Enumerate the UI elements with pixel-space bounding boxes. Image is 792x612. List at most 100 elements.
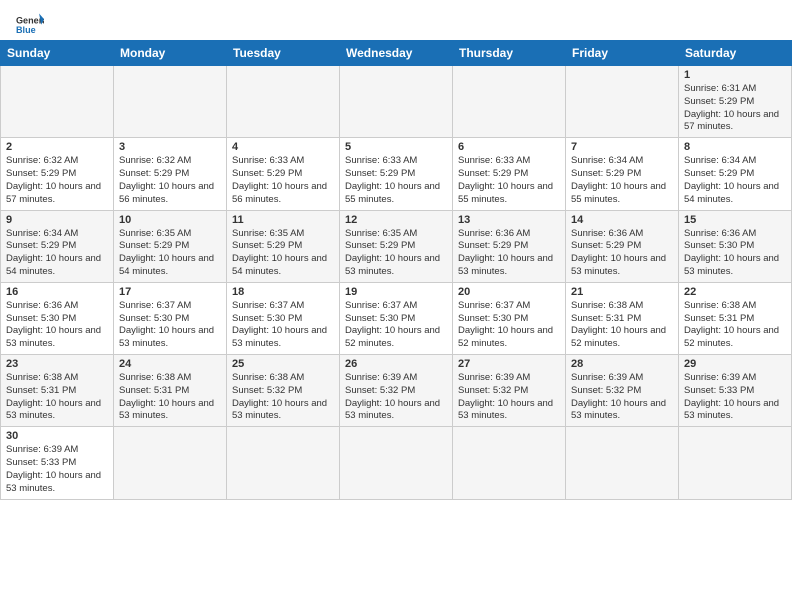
day-info: Sunrise: 6:37 AM Sunset: 5:30 PM Dayligh…: [345, 300, 447, 351]
calendar-day-cell: [227, 66, 340, 138]
calendar-day-cell: [1, 66, 114, 138]
calendar-day-cell: 22Sunrise: 6:38 AM Sunset: 5:31 PM Dayli…: [679, 282, 792, 354]
calendar-day-cell: [340, 66, 453, 138]
day-number: 27: [458, 358, 560, 370]
calendar-day-cell: 1 Sunrise: 6:31 AM Sunset: 5:29 PM Daylig…: [679, 66, 792, 138]
day-info: Sunrise: 6:36 AM Sunset: 5:30 PM Dayligh…: [6, 300, 108, 351]
day-number: 23: [6, 358, 108, 370]
calendar-table: SundayMondayTuesdayWednesdayThursdayFrid…: [0, 40, 792, 500]
day-number: 30: [6, 430, 108, 442]
calendar-day-cell: 12 Sunrise: 6:35 AM Sunset: 5:29 PM Dayli…: [340, 210, 453, 282]
logo: General Blue: [16, 12, 44, 36]
day-info: Sunrise: 6:39 AM Sunset: 5:33 PM Dayligh…: [684, 372, 786, 423]
day-number: 10: [119, 214, 221, 226]
day-number: 17: [119, 286, 221, 298]
day-number: 12: [345, 214, 447, 226]
day-info: Sunrise: 6:38 AM Sunset: 5:31 PM Dayligh…: [571, 300, 673, 351]
calendar-day-cell: 9 Sunrise: 6:34 AM Sunset: 5:29 PM Daylig…: [1, 210, 114, 282]
day-info: Sunrise: 6:33 AM Sunset: 5:29 PM Dayligh…: [232, 155, 334, 206]
day-number: 4: [232, 141, 334, 153]
day-info: Sunrise: 6:34 AM Sunset: 5:29 PM Dayligh…: [6, 228, 108, 279]
day-number: 19: [345, 286, 447, 298]
day-number: 20: [458, 286, 560, 298]
day-number: 11: [232, 214, 334, 226]
calendar-day-cell: [679, 427, 792, 499]
day-info: Sunrise: 6:38 AM Sunset: 5:31 PM Dayligh…: [119, 372, 221, 423]
header-row: SundayMondayTuesdayWednesdayThursdayFrid…: [1, 41, 792, 66]
day-info: Sunrise: 6:37 AM Sunset: 5:30 PM Dayligh…: [119, 300, 221, 351]
calendar-day-cell: 29Sunrise: 6:39 AM Sunset: 5:33 PM Dayli…: [679, 355, 792, 427]
calendar-day-cell: [566, 427, 679, 499]
logo-icon: General Blue: [16, 12, 44, 36]
calendar-day-cell: [453, 66, 566, 138]
day-number: 24: [119, 358, 221, 370]
calendar-day-cell: 23 Sunrise: 6:38 AM Sunset: 5:31 PM Dayli…: [1, 355, 114, 427]
calendar-day-cell: 6Sunrise: 6:33 AM Sunset: 5:29 PM Daylig…: [453, 138, 566, 210]
day-number: 13: [458, 214, 560, 226]
calendar-day-cell: 8 Sunrise: 6:34 AM Sunset: 5:29 PM Daylig…: [679, 138, 792, 210]
calendar-day-cell: 14Sunrise: 6:36 AM Sunset: 5:29 PM Dayli…: [566, 210, 679, 282]
day-info: Sunrise: 6:35 AM Sunset: 5:29 PM Dayligh…: [232, 228, 334, 279]
calendar-day-cell: 3 Sunrise: 6:32 AM Sunset: 5:29 PM Daylig…: [114, 138, 227, 210]
calendar-day-cell: 26Sunrise: 6:39 AM Sunset: 5:32 PM Dayli…: [340, 355, 453, 427]
day-number: 5: [345, 141, 447, 153]
calendar-day-cell: 10 Sunrise: 6:35 AM Sunset: 5:29 PM Dayli…: [114, 210, 227, 282]
calendar-day-cell: 17 Sunrise: 6:37 AM Sunset: 5:30 PM Dayli…: [114, 282, 227, 354]
day-info: Sunrise: 6:36 AM Sunset: 5:29 PM Dayligh…: [571, 228, 673, 279]
day-number: 21: [571, 286, 673, 298]
calendar-day-cell: [114, 427, 227, 499]
day-of-week-header: Friday: [566, 41, 679, 66]
day-info: Sunrise: 6:37 AM Sunset: 5:30 PM Dayligh…: [458, 300, 560, 351]
day-number: 9: [6, 214, 108, 226]
day-of-week-header: Sunday: [1, 41, 114, 66]
calendar-day-cell: 27 Sunrise: 6:39 AM Sunset: 5:32 PM Dayli…: [453, 355, 566, 427]
calendar-day-cell: [453, 427, 566, 499]
day-number: 25: [232, 358, 334, 370]
calendar-day-cell: 15Sunrise: 6:36 AM Sunset: 5:30 PM Dayli…: [679, 210, 792, 282]
calendar-day-cell: 5 Sunrise: 6:33 AM Sunset: 5:29 PM Daylig…: [340, 138, 453, 210]
calendar-day-cell: 2 Sunrise: 6:32 AM Sunset: 5:29 PM Daylig…: [1, 138, 114, 210]
day-number: 28: [571, 358, 673, 370]
day-info: Sunrise: 6:31 AM Sunset: 5:29 PM Dayligh…: [684, 83, 786, 134]
day-number: 18: [232, 286, 334, 298]
day-info: Sunrise: 6:35 AM Sunset: 5:29 PM Dayligh…: [119, 228, 221, 279]
calendar-day-cell: [566, 66, 679, 138]
calendar-day-cell: 30Sunrise: 6:39 AM Sunset: 5:33 PM Dayli…: [1, 427, 114, 499]
day-info: Sunrise: 6:32 AM Sunset: 5:29 PM Dayligh…: [119, 155, 221, 206]
day-info: Sunrise: 6:38 AM Sunset: 5:32 PM Dayligh…: [232, 372, 334, 423]
day-number: 3: [119, 141, 221, 153]
calendar-day-cell: 13 Sunrise: 6:36 AM Sunset: 5:29 PM Dayli…: [453, 210, 566, 282]
day-number: 8: [684, 141, 786, 153]
calendar-week-row: 30Sunrise: 6:39 AM Sunset: 5:33 PM Dayli…: [1, 427, 792, 499]
day-of-week-header: Thursday: [453, 41, 566, 66]
day-info: Sunrise: 6:33 AM Sunset: 5:29 PM Dayligh…: [458, 155, 560, 206]
calendar-day-cell: [340, 427, 453, 499]
calendar-week-row: 23 Sunrise: 6:38 AM Sunset: 5:31 PM Dayli…: [1, 355, 792, 427]
calendar-week-row: 9 Sunrise: 6:34 AM Sunset: 5:29 PM Daylig…: [1, 210, 792, 282]
day-number: 7: [571, 141, 673, 153]
day-info: Sunrise: 6:32 AM Sunset: 5:29 PM Dayligh…: [6, 155, 108, 206]
day-number: 16: [6, 286, 108, 298]
day-info: Sunrise: 6:34 AM Sunset: 5:29 PM Dayligh…: [684, 155, 786, 206]
day-number: 22: [684, 286, 786, 298]
svg-text:Blue: Blue: [16, 25, 36, 35]
day-info: Sunrise: 6:35 AM Sunset: 5:29 PM Dayligh…: [345, 228, 447, 279]
calendar-week-row: 1 Sunrise: 6:31 AM Sunset: 5:29 PM Daylig…: [1, 66, 792, 138]
calendar-week-row: 2 Sunrise: 6:32 AM Sunset: 5:29 PM Daylig…: [1, 138, 792, 210]
day-info: Sunrise: 6:37 AM Sunset: 5:30 PM Dayligh…: [232, 300, 334, 351]
day-number: 2: [6, 141, 108, 153]
calendar-day-cell: 28Sunrise: 6:39 AM Sunset: 5:32 PM Dayli…: [566, 355, 679, 427]
page-header: General Blue: [0, 0, 792, 40]
day-of-week-header: Saturday: [679, 41, 792, 66]
calendar-day-cell: [114, 66, 227, 138]
calendar-day-cell: [227, 427, 340, 499]
day-number: 1: [684, 69, 786, 81]
day-of-week-header: Tuesday: [227, 41, 340, 66]
day-info: Sunrise: 6:33 AM Sunset: 5:29 PM Dayligh…: [345, 155, 447, 206]
calendar-day-cell: 7Sunrise: 6:34 AM Sunset: 5:29 PM Daylig…: [566, 138, 679, 210]
day-info: Sunrise: 6:39 AM Sunset: 5:32 PM Dayligh…: [458, 372, 560, 423]
calendar-day-cell: 25 Sunrise: 6:38 AM Sunset: 5:32 PM Dayli…: [227, 355, 340, 427]
day-of-week-header: Wednesday: [340, 41, 453, 66]
day-info: Sunrise: 6:38 AM Sunset: 5:31 PM Dayligh…: [6, 372, 108, 423]
day-info: Sunrise: 6:36 AM Sunset: 5:29 PM Dayligh…: [458, 228, 560, 279]
